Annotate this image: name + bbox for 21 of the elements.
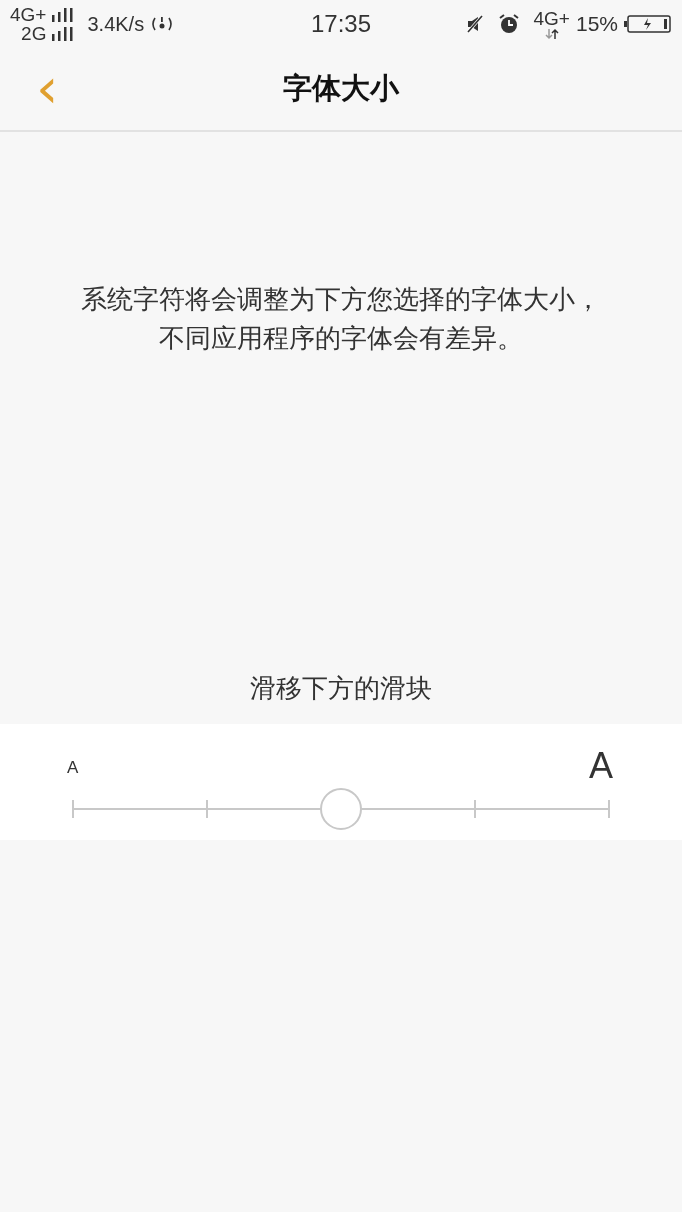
page-title: 字体大小 xyxy=(283,70,399,107)
data-arrows-icon xyxy=(544,27,559,40)
slider-hint: 滑移下方的滑块 xyxy=(249,672,433,705)
large-size-label: A xyxy=(589,748,613,784)
network-label: 4G+ xyxy=(10,5,47,24)
description-text: 不同应用程序的字体会有差异。 xyxy=(159,322,523,355)
network-speed: 3.4K/s xyxy=(87,12,145,36)
back-button[interactable]: ‹ xyxy=(30,66,65,110)
hotspot-icon xyxy=(150,15,175,33)
slider-thumb[interactable] xyxy=(320,788,362,830)
signal-icon xyxy=(51,7,76,22)
small-size-label: A xyxy=(67,758,79,778)
description-text: 系统字符将会调整为下方您选择的字体大小， xyxy=(81,283,601,316)
signal-icon xyxy=(51,26,76,41)
network-label: 4G+ xyxy=(533,8,570,28)
battery-percent: 15% xyxy=(575,12,618,36)
network-label: 2G xyxy=(21,24,47,43)
mute-icon xyxy=(465,15,484,33)
alarm-icon xyxy=(497,13,520,35)
battery-icon xyxy=(624,14,672,34)
clock-time: 17:35 xyxy=(310,10,372,38)
